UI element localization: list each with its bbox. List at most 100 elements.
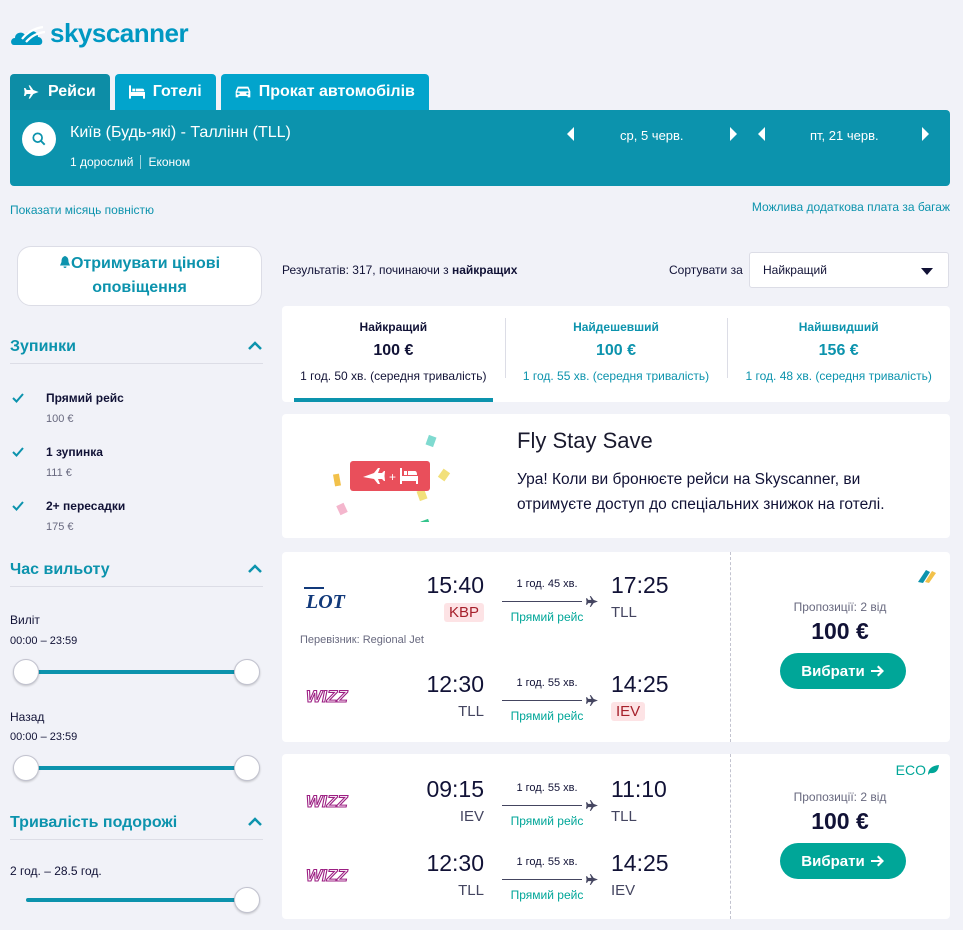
departure-airport: IEV	[459, 808, 484, 825]
stop-option-price: 175 €	[46, 521, 74, 533]
arrival-time: 17:25	[611, 572, 669, 598]
return-date[interactable]: пт, 21 черв.	[810, 128, 879, 143]
show-whole-month-link[interactable]: Показати місяць повністю	[10, 203, 154, 217]
arrival-airport: TLL	[611, 808, 637, 825]
sort-select[interactable]: Найкращий	[749, 252, 949, 288]
airline-logo-lot: LOT	[304, 586, 358, 617]
stop-option-label: Прямий рейс	[46, 391, 124, 405]
departure-time: 12:30	[426, 671, 484, 697]
duration-slider-handle[interactable]	[234, 887, 260, 913]
select-button-label: Вибрати	[801, 852, 865, 870]
chevron-right-icon	[730, 127, 737, 141]
departure-times-filter: Час вильоту	[10, 557, 263, 587]
outbound-range: 00:00 – 23:59	[10, 635, 78, 647]
arrival-airport: IEV	[611, 702, 646, 721]
card-divider	[730, 552, 731, 742]
outbound-slider-max-handle[interactable]	[234, 659, 260, 685]
select-button[interactable]: Вибрати	[780, 843, 906, 879]
leg-duration: 1 год. 55 хв.	[516, 782, 578, 794]
leg-line	[502, 700, 582, 701]
duration-slider-track[interactable]	[26, 898, 248, 902]
summary-price: 100 €	[373, 342, 414, 359]
journey-duration-header[interactable]: Тривалість подорожі	[10, 810, 263, 840]
itinerary-card[interactable]: ECO WIZZ 09:15 IEV 1 год. 55 хв. Прямий …	[282, 754, 950, 919]
return-prev-button[interactable]	[757, 127, 769, 141]
departure-airport: TLL	[458, 703, 484, 720]
fly-stay-save-banner[interactable]: + Fly Stay Save Ура! Коли ви бронюєте ре…	[282, 414, 950, 538]
departure-time: 09:15	[426, 776, 484, 802]
brand-name: skyscanner	[50, 18, 189, 48]
cabin-text: Економ	[140, 155, 190, 169]
itinerary-card[interactable]: LOT 15:40 KBP 1 год. 45 хв. Прямий рейс …	[282, 552, 950, 742]
baggage-fees-link[interactable]: Можлива додаткова плата за багаж	[752, 200, 950, 214]
leg-stops: Прямий рейс	[510, 814, 584, 828]
outbound-slider-min-handle[interactable]	[13, 659, 39, 685]
stop-option-price: 111 €	[46, 467, 72, 479]
tab-hotels[interactable]: Готелі	[114, 74, 216, 110]
vertical-tabs: Рейси Готелі Прокат автомобілів	[10, 74, 429, 110]
depart-next-button[interactable]	[728, 127, 740, 141]
card-divider	[730, 754, 731, 919]
tab-cheapest[interactable]: Найдешевший 100 € 1 год. 55 хв. (середня…	[504, 306, 728, 402]
bell-icon	[59, 256, 70, 268]
stops-filter: Зупинки	[10, 334, 263, 364]
depart-date[interactable]: ср, 5 черв.	[620, 128, 684, 143]
journey-duration-range: 2 год. – 28.5 год.	[10, 864, 102, 878]
return-label: Назад	[10, 710, 45, 724]
airline-logo-wizz: WIZZ	[304, 864, 354, 891]
eco-badge-label: ECO	[895, 762, 926, 778]
checkmark-icon	[12, 393, 24, 403]
return-next-button[interactable]	[920, 127, 932, 141]
depart-prev-button[interactable]	[566, 127, 578, 141]
leg-line	[502, 805, 582, 806]
search-button[interactable]	[22, 122, 56, 156]
airline-name: WIZZ	[306, 866, 348, 885]
leg-line	[502, 879, 582, 880]
route-text[interactable]: Київ (Будь-які) - Таллінн (TLL)	[70, 124, 291, 142]
arrow-right-icon	[870, 665, 884, 677]
stops-filter-header[interactable]: Зупинки	[10, 334, 263, 364]
chevron-up-icon	[247, 814, 263, 832]
airline-name: WIZZ	[306, 792, 348, 811]
summary-price: 100 €	[595, 342, 637, 359]
summary-duration: 1 год. 55 хв. (середня тривалість)	[522, 369, 710, 383]
cloud-logo-icon	[11, 25, 46, 45]
leg-stops: Прямий рейс	[510, 709, 584, 723]
promo-text: Ура! Коли ви бронюєте рейси на Skyscanne…	[517, 471, 885, 513]
chevron-right-icon	[922, 127, 929, 141]
departure-time: 12:30	[426, 850, 484, 876]
select-button-label: Вибрати	[801, 662, 865, 680]
departure-airport: TLL	[458, 882, 484, 899]
active-tab-indicator	[294, 398, 493, 402]
return-slider-max-handle[interactable]	[234, 755, 260, 781]
operated-by: Перевізник: Regional Jet	[300, 634, 424, 646]
tab-best[interactable]: Найкращий 100 € 1 год. 50 хв. (середня т…	[282, 306, 505, 402]
flight-leg-outbound: LOT 15:40 KBP 1 год. 45 хв. Прямий рейс …	[282, 568, 730, 628]
departure-time: 15:40	[426, 572, 484, 598]
stop-option-price: 100 €	[46, 413, 74, 425]
price-alerts-button[interactable]: Отримувати цінові оповіщення	[17, 246, 262, 306]
arrival-airport: TLL	[611, 604, 637, 621]
bed-icon	[128, 85, 145, 99]
tab-car-hire[interactable]: Прокат автомобілів	[220, 74, 429, 110]
return-slider-min-handle[interactable]	[13, 755, 39, 781]
checkmark-icon	[12, 501, 24, 511]
return-slider-track[interactable]	[26, 766, 248, 770]
leg-stops: Прямий рейс	[510, 610, 584, 624]
tab-fastest[interactable]: Найшвидший 156 € 1 год. 48 хв. (середня …	[727, 306, 950, 402]
results-count: Результатів: 317, починаючи з найкращих	[282, 263, 518, 277]
journey-duration-filter: Тривалість подорожі	[10, 810, 263, 840]
departure-times-header[interactable]: Час вильоту	[10, 557, 263, 587]
traveller-cabin-summary[interactable]: 1 дорослий Економ	[70, 155, 190, 169]
outbound-slider-track[interactable]	[26, 670, 248, 674]
tab-flights[interactable]: Рейси	[10, 74, 110, 110]
svg-text:+: +	[389, 470, 396, 484]
return-range: 00:00 – 23:59	[10, 731, 78, 743]
search-icon	[32, 132, 46, 146]
skyscanner-logo[interactable]: skyscanner	[10, 18, 189, 49]
flight-leg-return: WIZZ 12:30 TLL 1 год. 55 хв. Прямий рейс…	[282, 667, 730, 727]
departure-airport: KBP	[443, 603, 484, 622]
tab-label: Прокат автомобілів	[258, 83, 415, 100]
select-button[interactable]: Вибрати	[780, 653, 906, 689]
leg-duration: 1 год. 45 хв.	[516, 578, 578, 590]
